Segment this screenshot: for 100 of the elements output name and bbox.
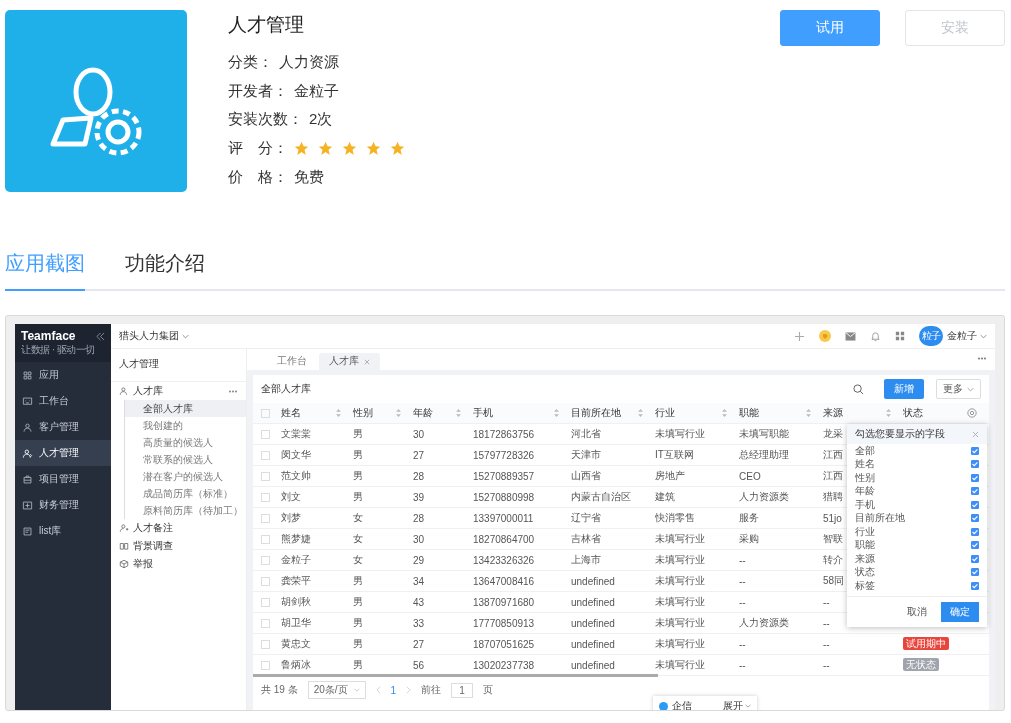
horizontal-scrollbar[interactable] (253, 674, 658, 677)
list-icon (22, 525, 33, 537)
bell-icon[interactable] (870, 330, 881, 342)
column-header[interactable]: 性别 (347, 406, 407, 420)
tree-item[interactable]: 举报 (111, 555, 246, 573)
column-header[interactable]: 状态 (897, 406, 967, 420)
checkbox[interactable] (971, 581, 979, 590)
table-cell: 男 (353, 616, 363, 630)
mail-icon[interactable] (845, 331, 856, 341)
page-number[interactable]: 1 (390, 684, 397, 696)
checkbox[interactable] (261, 639, 270, 649)
tree-item[interactable]: 成品简历库（标准） (124, 485, 246, 502)
checkbox[interactable] (261, 534, 270, 544)
checkbox[interactable] (261, 408, 270, 418)
table-cell: 江西 (823, 448, 843, 462)
page-size-select[interactable]: 20条/页 (307, 681, 366, 699)
checkbox[interactable] (261, 471, 270, 481)
tree-item[interactable]: 全部人才库 (124, 400, 246, 417)
tab[interactable]: 功能介绍 (125, 242, 205, 291)
checkbox[interactable] (261, 555, 270, 565)
nav-item[interactable]: list库 (15, 518, 111, 544)
column-header[interactable]: 姓名 (275, 406, 347, 420)
next-icon[interactable] (406, 686, 412, 694)
nav-item[interactable]: 客户管理 (15, 414, 111, 440)
chat-bar[interactable]: 企信 展开 (653, 696, 757, 710)
tree-item[interactable]: 背景调查 (111, 537, 246, 555)
tree-item[interactable]: 高质量的候选人 (124, 434, 246, 451)
checkbox[interactable] (261, 429, 270, 439)
close-icon[interactable] (364, 358, 370, 365)
sort-icon (886, 409, 891, 417)
column-header[interactable]: 行业 (649, 406, 733, 420)
table-cell: 未填写行业 (655, 427, 705, 441)
nav-item[interactable]: 财务管理 (15, 492, 111, 518)
checkbox[interactable] (971, 500, 979, 509)
table-cell: -- (823, 638, 830, 650)
table-cell: -- (823, 596, 830, 608)
checkbox[interactable] (261, 618, 270, 628)
checkbox[interactable] (971, 487, 979, 496)
tree-item[interactable]: 人才备注 (111, 519, 246, 537)
checkbox[interactable] (261, 513, 270, 523)
tree-item[interactable]: 常联系的候选人 (124, 451, 246, 468)
column-header[interactable]: 职能 (733, 406, 817, 420)
checkbox[interactable] (971, 527, 979, 536)
goto-field[interactable]: 1 (451, 682, 473, 698)
nav-item[interactable]: 人才管理 (15, 440, 111, 466)
checkbox[interactable] (261, 576, 270, 586)
close-icon[interactable] (972, 430, 979, 438)
sort-icon (336, 409, 341, 417)
column-header[interactable]: 目前所在地 (565, 406, 649, 420)
person-icon (22, 421, 33, 433)
table-cell: 27 (413, 449, 425, 461)
tag-icon[interactable] (819, 330, 831, 342)
search-icon[interactable] (853, 383, 864, 395)
column-header[interactable]: 年龄 (407, 406, 467, 420)
table-cell: 胡卫华 (281, 616, 311, 630)
tree-item[interactable]: 我创建的 (124, 417, 246, 434)
page-tab[interactable]: 工作台 (267, 353, 317, 370)
settings-icon[interactable] (967, 408, 977, 418)
more-icon[interactable] (977, 357, 987, 360)
collapse-icon[interactable] (96, 331, 105, 341)
checkbox[interactable] (971, 473, 979, 482)
user-menu[interactable]: 金粒子 (947, 329, 987, 343)
chat-label: 企信 (672, 699, 692, 710)
page-tab[interactable]: 人才库 (319, 353, 380, 370)
table-cell: 胡剑秋 (281, 595, 311, 609)
nav-item[interactable]: 应用 (15, 362, 111, 388)
column-header[interactable]: 来源 (817, 406, 897, 420)
field-label: 评 分： (228, 139, 288, 159)
checkbox[interactable] (971, 541, 979, 550)
more-icon[interactable] (228, 389, 238, 393)
checkbox[interactable] (261, 597, 270, 607)
table-cell: 17770850913 (473, 617, 535, 629)
column-header[interactable]: 手机 (467, 406, 565, 420)
table-cell: 猎聘 (823, 490, 843, 504)
previous-icon[interactable] (375, 686, 381, 694)
checkbox[interactable] (971, 568, 979, 577)
table-cell: 刘文 (281, 490, 301, 504)
checkbox[interactable] (971, 446, 979, 455)
checkbox[interactable] (261, 450, 270, 460)
tree-item[interactable]: 人才库 (111, 382, 246, 400)
apps-icon[interactable] (895, 331, 905, 341)
add-icon[interactable] (794, 330, 805, 342)
company-dropdown[interactable]: 猎头人力集团 (119, 329, 189, 343)
checkbox[interactable] (971, 460, 979, 469)
checkbox[interactable] (261, 492, 270, 502)
tree-item[interactable]: 潜在客户的候选人 (124, 468, 246, 485)
table-cell: undefined (571, 638, 615, 650)
sort-icon (806, 409, 811, 417)
more-dropdown[interactable]: 更多 (936, 379, 981, 399)
expand-toggle[interactable]: 展开 (723, 699, 751, 710)
tree-item[interactable]: 原料简历库（待加工） (124, 502, 246, 519)
status-tag: 试用期中 (903, 636, 949, 650)
nav-item[interactable]: 项目管理 (15, 466, 111, 492)
table-cell: 文棠棠 (281, 427, 311, 441)
table-cell: 转介 (823, 553, 843, 567)
nav-item[interactable]: 工作台 (15, 388, 111, 414)
checkbox[interactable] (261, 660, 270, 670)
field-value: 免费 (294, 168, 324, 188)
checkbox[interactable] (971, 554, 979, 563)
checkbox[interactable] (971, 514, 979, 523)
